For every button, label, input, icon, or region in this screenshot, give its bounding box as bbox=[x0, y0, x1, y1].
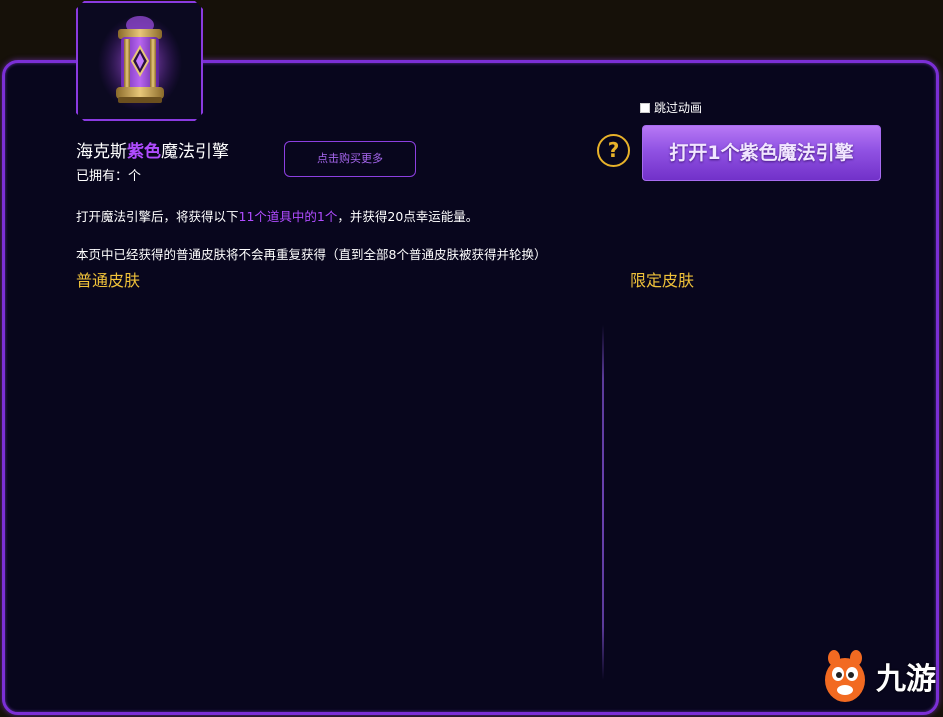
description-line-1: 打开魔法引擎后，将获得以下11个道具中的1个，并获得20点幸运能量。 bbox=[76, 206, 478, 225]
skip-animation-toggle[interactable]: 跳过动画 bbox=[640, 99, 702, 116]
skip-animation-checkbox[interactable] bbox=[640, 102, 650, 113]
item-name-highlight: 紫色 bbox=[127, 142, 161, 162]
help-icon[interactable]: ? bbox=[597, 134, 630, 167]
section-divider bbox=[602, 325, 604, 680]
buy-more-button[interactable]: 点击购买更多 bbox=[284, 141, 416, 177]
owned-count: 已拥有：个 bbox=[76, 169, 142, 184]
watermark-text: 九游 bbox=[876, 662, 936, 697]
magic-engine-chest-icon bbox=[78, 3, 205, 123]
page: 海克斯紫色魔法引擎 已拥有：个 点击购买更多 跳过动画 ? 打开1个紫色魔法引擎… bbox=[0, 0, 943, 717]
watermark: 九游 bbox=[820, 648, 936, 704]
section-title-normal-skins: 普通皮肤 bbox=[76, 271, 141, 290]
item-name-suffix: 魔法引擎 bbox=[161, 142, 229, 162]
item-frame bbox=[76, 1, 203, 121]
description-line-1-highlight: 11个道具中的1个 bbox=[238, 209, 338, 224]
jiuyou-mascot-icon bbox=[825, 650, 865, 702]
description-line-2: 本页中已经获得的普通皮肤将不会再重复获得（直到全部8个普通皮肤被获得并轮换） bbox=[76, 247, 547, 262]
open-engine-button[interactable]: 打开1个紫色魔法引擎 bbox=[642, 125, 881, 181]
skip-animation-label: 跳过动画 bbox=[654, 101, 703, 115]
description-line-1-suffix: ，并获得20点幸运能量。 bbox=[337, 209, 479, 224]
item-name-prefix: 海克斯 bbox=[76, 142, 127, 162]
item-name: 海克斯紫色魔法引擎 bbox=[76, 137, 229, 162]
section-title-limited-skins: 限定皮肤 bbox=[630, 271, 695, 290]
description-line-1-prefix: 打开魔法引擎后，将获得以下 bbox=[76, 209, 239, 224]
